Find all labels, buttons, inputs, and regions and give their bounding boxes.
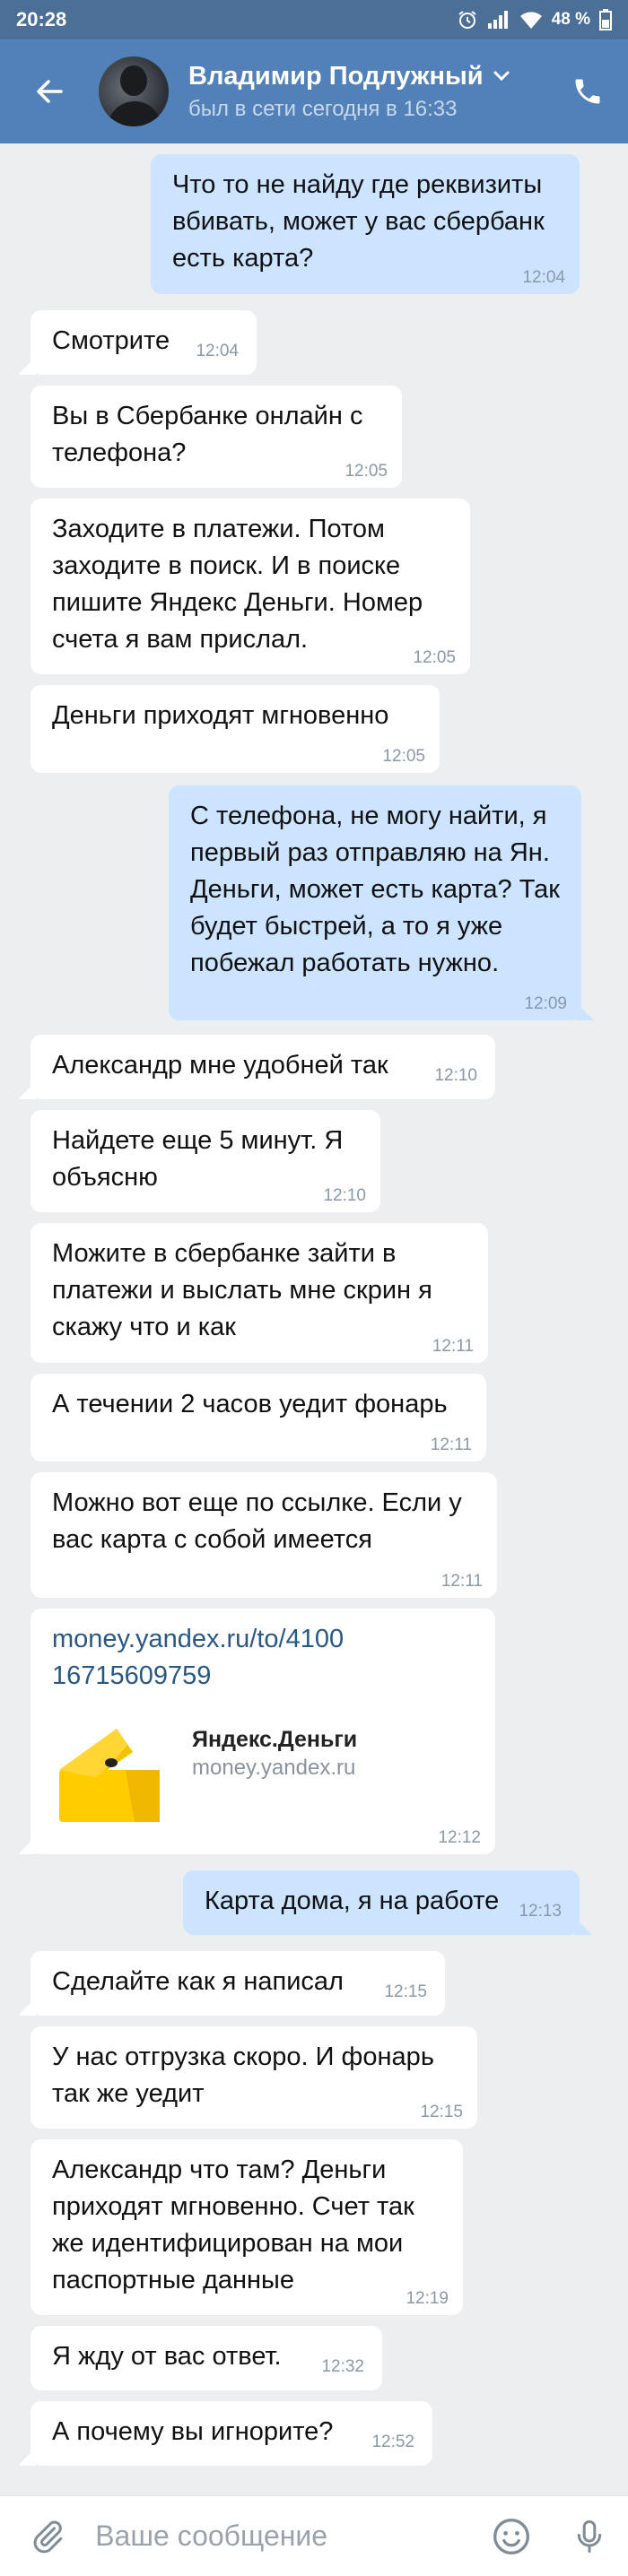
message-bubble-incoming[interactable]: Александр мне удобней так 12:10 bbox=[18, 1035, 495, 1099]
smile-icon bbox=[493, 2518, 529, 2554]
emoji-button[interactable] bbox=[472, 2496, 550, 2576]
message-bubble-incoming[interactable]: Вы в Сбербанке онлайн с телефона? 12:05 bbox=[31, 386, 402, 488]
message-text: Можите в сбербанке зайти в платежи и выс… bbox=[52, 1239, 432, 1341]
back-arrow-icon bbox=[37, 80, 63, 103]
message-text: Александр мне удобней так bbox=[52, 1051, 388, 1080]
back-button[interactable] bbox=[0, 39, 99, 143]
message-bubble-incoming[interactable]: У нас отгрузка скоро. И фонарь так же уе… bbox=[31, 2026, 477, 2129]
message-link[interactable]: money.yandex.ru/to/410016715609759 bbox=[52, 1621, 357, 1695]
message-bubble-incoming[interactable]: Деньги приходят мгновенно 12:05 bbox=[31, 685, 440, 773]
message-time: 12:15 bbox=[384, 1982, 427, 2001]
message-bubble-incoming[interactable]: Александр что там? Деньги приходят мгнов… bbox=[31, 2139, 463, 2315]
message-time: 12:11 bbox=[440, 1572, 483, 1591]
alarm-icon bbox=[458, 11, 476, 29]
message-time: 12:32 bbox=[321, 2357, 364, 2376]
message-time: 12:04 bbox=[522, 268, 565, 287]
phone-icon bbox=[575, 79, 600, 104]
message-time: 12:19 bbox=[406, 2289, 449, 2308]
composer bbox=[0, 2495, 628, 2576]
status-bar: 20:28 48 % bbox=[0, 0, 628, 39]
attach-button[interactable] bbox=[0, 2496, 95, 2576]
avatar[interactable] bbox=[99, 56, 169, 126]
message-time: 12:13 bbox=[519, 1902, 562, 1921]
message-text: А течении 2 часов уедит фонарь bbox=[52, 1390, 448, 1418]
chat-header: Владимир Подлужный был в сети сегодня в … bbox=[0, 39, 628, 143]
voice-message-button[interactable] bbox=[550, 2496, 628, 2576]
message-text: Заходите в платежи. Потом заходите в пои… bbox=[52, 515, 423, 654]
message-bubble-incoming[interactable]: Можно вот еще по ссылке. Если у вас карт… bbox=[31, 1472, 497, 1598]
message-text: С телефона, не могу найти, я первый раз … bbox=[190, 802, 560, 977]
message-text: У нас отгрузка скоро. И фонарь так же уе… bbox=[52, 2043, 434, 2108]
message-input[interactable] bbox=[95, 2520, 473, 2553]
battery-icon bbox=[599, 9, 612, 30]
message-time: 12:05 bbox=[382, 747, 425, 766]
message-time: 12:05 bbox=[345, 462, 388, 481]
link-preview-info: Яндекс.Деньги money.yandex.ru bbox=[192, 1725, 357, 1782]
message-time: 12:12 bbox=[438, 1828, 481, 1847]
paperclip-icon bbox=[33, 2520, 63, 2553]
message-bubble-incoming[interactable]: Можите в сбербанке зайти в платежи и выс… bbox=[31, 1223, 488, 1363]
message-bubble-incoming[interactable]: Найдете еще 5 минут. Я объясню 12:10 bbox=[31, 1110, 380, 1212]
message-text: А почему вы игнорите? bbox=[52, 2417, 334, 2446]
contact-name-row: Владимир Подлужный bbox=[188, 62, 547, 91]
message-text: Александр что там? Деньги приходят мгнов… bbox=[52, 2155, 414, 2294]
message-text: Найдете еще 5 минут. Я объясню bbox=[52, 1126, 344, 1192]
link-domain: money.yandex.ru bbox=[192, 1756, 356, 1780]
contact-info[interactable]: Владимир Подлужный был в сети сегодня в … bbox=[188, 62, 547, 122]
message-time: 12:05 bbox=[413, 648, 456, 667]
message-bubble-incoming[interactable]: Заходите в платежи. Потом заходите в пои… bbox=[31, 499, 470, 674]
message-bubble-outgoing[interactable]: Карта дома, я на работе 12:13 bbox=[183, 1870, 592, 1935]
message-time: 12:52 bbox=[371, 2433, 414, 2451]
link-site-name: Яндекс.Деньги bbox=[192, 1727, 358, 1752]
status-time: 20:28 bbox=[16, 8, 67, 30]
message-bubble-incoming[interactable]: А почему вы игнорите? 12:52 bbox=[18, 2401, 432, 2466]
wifi-icon bbox=[519, 12, 542, 29]
battery-level: 48 % bbox=[551, 10, 590, 29]
link-preview[interactable]: Яндекс.Деньги money.yandex.ru bbox=[52, 1718, 474, 1826]
message-time: 12:15 bbox=[420, 2103, 463, 2121]
call-button[interactable] bbox=[547, 39, 628, 143]
message-bubble-incoming[interactable]: Сделайте как я написал 12:15 bbox=[18, 1951, 445, 2016]
message-time: 12:10 bbox=[323, 1186, 366, 1205]
message-time: 12:11 bbox=[432, 1337, 474, 1356]
message-time: 12:09 bbox=[524, 994, 567, 1013]
microphone-icon bbox=[577, 2520, 601, 2553]
message-text: Что то не найду где реквизиты вбивать, м… bbox=[172, 170, 545, 273]
message-text: Деньги приходят мгновенно bbox=[52, 701, 389, 730]
message-time: 12:11 bbox=[430, 1435, 472, 1454]
message-bubble-outgoing[interactable]: С телефона, не могу найти, я первый раз … bbox=[169, 785, 594, 1020]
status-icons: 48 % bbox=[457, 9, 612, 30]
message-time: 12:10 bbox=[434, 1066, 477, 1085]
message-text: Я жду от вас ответ. bbox=[52, 2342, 282, 2371]
message-bubble-outgoing[interactable]: Что то не найду где реквизиты вбивать, м… bbox=[151, 154, 580, 294]
message-bubble-link[interactable]: money.yandex.ru/to/410016715609759 Яндек… bbox=[18, 1609, 495, 1854]
message-bubble-incoming[interactable]: Я жду от вас ответ. 12:32 bbox=[31, 2326, 382, 2390]
message-text: Карта дома, я на работе bbox=[205, 1886, 500, 1915]
message-text: Можно вот еще по ссылке. Если у вас карт… bbox=[52, 1488, 462, 1554]
contact-name: Владимир Подлужный bbox=[188, 61, 484, 91]
message-text: Смотрите bbox=[52, 326, 170, 355]
chevron-down-icon bbox=[493, 71, 510, 82]
message-bubble-incoming[interactable]: Смотрите 12:04 bbox=[18, 310, 257, 375]
last-seen-status: был в сети сегодня в 16:33 bbox=[188, 96, 458, 121]
yandex-wallet-icon bbox=[52, 1718, 169, 1826]
signal-icon bbox=[487, 11, 508, 29]
message-text: Вы в Сбербанке онлайн с телефона? bbox=[52, 402, 363, 467]
message-bubble-incoming[interactable]: А течении 2 часов уедит фонарь 12:11 bbox=[31, 1374, 486, 1461]
message-time: 12:04 bbox=[196, 342, 239, 360]
message-text: Сделайте как я написал bbox=[52, 1967, 344, 1996]
